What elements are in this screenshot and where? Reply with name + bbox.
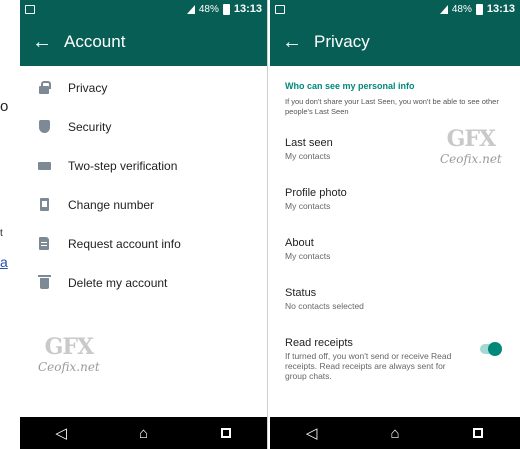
nav-bar: ◁ ⌂ (270, 417, 520, 449)
app-bar: ← Privacy (270, 18, 520, 66)
nav-bar: ◁ ⌂ (20, 417, 267, 449)
shield-icon (38, 120, 50, 133)
item-subtitle: My contacts (285, 201, 331, 211)
item-subtitle: No contacts selected (285, 301, 364, 311)
watermark-logo: GFX (44, 334, 94, 360)
privacy-item-read-receipts[interactable]: Read receipts If turned off, you won't s… (285, 337, 465, 381)
menu-item-security[interactable]: Security (20, 107, 267, 146)
watermark-logo: GFX (446, 126, 496, 152)
signal-icon (186, 4, 195, 14)
notification-icon (275, 4, 285, 14)
battery-percent: 48% (451, 3, 472, 15)
privacy-item-about[interactable]: About My contacts (285, 237, 505, 261)
watermark-text: Ceofix.net (38, 360, 100, 374)
notification-icon (25, 4, 35, 14)
menu-item-label: Privacy (68, 80, 108, 95)
clock: 13:13 (233, 3, 262, 15)
menu-item-two-step-verification[interactable]: Two-step verification (20, 146, 267, 185)
account-screen: 48% 13:13 ← Account Privacy Security Two… (20, 0, 268, 449)
dots-icon (37, 161, 51, 170)
item-title: About (285, 237, 314, 249)
menu-item-change-number[interactable]: Change number (20, 185, 267, 224)
item-title: Profile photo (285, 187, 347, 199)
privacy-list: Who can see my personal info If you don'… (270, 66, 520, 417)
watermark: GFX Ceofix.net (440, 126, 502, 166)
menu-item-privacy[interactable]: Privacy (20, 68, 267, 107)
item-title: Read receipts (285, 337, 353, 349)
lock-icon (39, 80, 51, 94)
nav-back-icon[interactable]: ◁ (297, 424, 327, 442)
menu-item-label: Change number (68, 197, 155, 212)
menu-item-label: Security (68, 119, 112, 134)
watermark-text: Ceofix.net (440, 152, 502, 166)
section-title: Who can see my personal info (285, 81, 415, 91)
signal-icon (439, 4, 448, 14)
account-menu: Privacy Security Two-step verification C… (20, 66, 267, 302)
watermark: GFX Ceofix.net (38, 334, 100, 374)
app-bar: ← Account (20, 18, 267, 66)
nav-back-icon[interactable]: ◁ (46, 424, 76, 442)
nav-home-icon[interactable]: ⌂ (128, 425, 158, 442)
read-receipts-toggle[interactable] (480, 342, 502, 356)
menu-item-label: Two-step verification (68, 158, 178, 173)
status-bar: 48% 13:13 (20, 0, 267, 18)
back-arrow-icon[interactable]: ← (270, 31, 314, 54)
menu-item-request-account-info[interactable]: Request account info (20, 224, 267, 263)
nav-recents-icon[interactable] (463, 425, 493, 442)
trash-icon (37, 275, 51, 289)
privacy-item-profile-photo[interactable]: Profile photo My contacts (285, 187, 505, 211)
privacy-screen: 48% 13:13 ← Privacy Who can see my perso… (270, 0, 520, 449)
battery-icon (222, 3, 230, 15)
menu-item-label: Delete my account (68, 275, 168, 290)
status-bar: 48% 13:13 (270, 0, 520, 18)
battery-percent: 48% (198, 3, 219, 15)
battery-icon (475, 3, 483, 15)
item-subtitle: My contacts (285, 251, 331, 261)
cropped-text-t: t (0, 228, 3, 239)
document-icon (39, 237, 49, 250)
toggle-knob (488, 342, 502, 356)
section-description: If you don't share your Last Seen, you w… (285, 97, 499, 116)
privacy-item-status[interactable]: Status No contacts selected (285, 287, 505, 311)
item-subtitle: If turned off, you won't send or receive… (285, 351, 452, 381)
page-title: Account (64, 32, 126, 51)
screenshot-canvas: o t a 48% 13:13 ← Account Privacy Securi… (0, 0, 520, 449)
page-title: Privacy (314, 32, 370, 51)
nav-recents-icon[interactable] (211, 425, 241, 442)
back-arrow-icon[interactable]: ← (20, 31, 64, 54)
cropped-text-o: o (0, 98, 9, 115)
menu-item-label: Request account info (68, 236, 181, 251)
item-title: Status (285, 287, 317, 299)
cropped-link-a[interactable]: a (0, 254, 8, 270)
menu-item-delete-account[interactable]: Delete my account (20, 263, 267, 302)
nav-home-icon[interactable]: ⌂ (380, 425, 410, 442)
clock: 13:13 (486, 3, 515, 15)
phone-icon (39, 198, 49, 211)
